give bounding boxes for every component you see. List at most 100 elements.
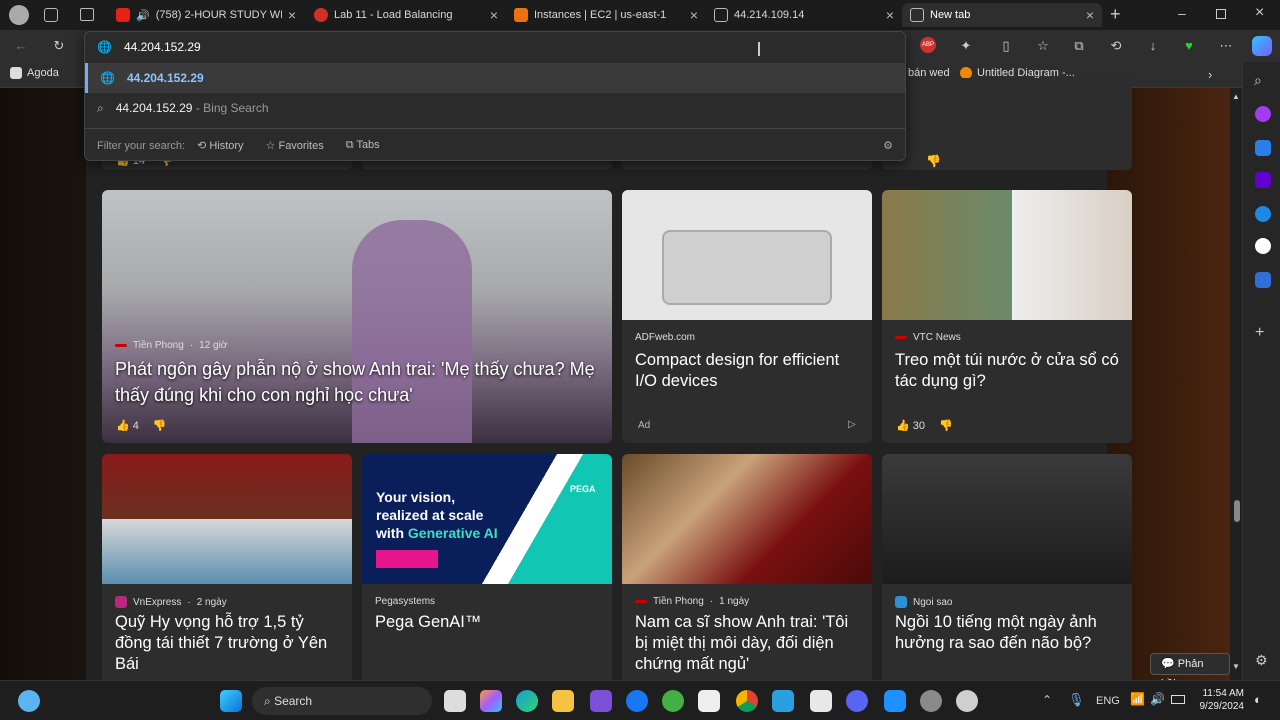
tab-ec2[interactable]: Instances | EC2 | us-east-1 ×	[506, 3, 706, 27]
play-icon[interactable]: ▷	[848, 419, 856, 430]
health-icon[interactable]: ♥	[1180, 37, 1198, 55]
file-explorer-icon[interactable]	[552, 690, 574, 712]
close-window-button[interactable]: ×	[1255, 4, 1264, 22]
add-icon[interactable]: +	[1255, 324, 1264, 342]
tab-ip[interactable]: 44.214.109.14 ×	[706, 3, 902, 27]
workspaces-icon[interactable]	[44, 8, 58, 22]
like-icon[interactable]: 👍 30	[896, 419, 925, 432]
refresh-icon[interactable]: ↻	[50, 37, 68, 55]
ad-card[interactable]: Your vision, realized at scale with Gene…	[362, 454, 612, 684]
page-scrollbar[interactable]: ▲ ▼	[1232, 92, 1242, 672]
close-icon[interactable]: ×	[886, 7, 894, 23]
weather-icon[interactable]	[18, 690, 40, 712]
close-icon[interactable]: ×	[490, 7, 498, 23]
edge-app-icon[interactable]	[1255, 206, 1271, 222]
scroll-thumb[interactable]	[1234, 500, 1240, 522]
discord-icon[interactable]	[846, 690, 868, 712]
task-view-icon[interactable]	[444, 690, 466, 712]
close-icon[interactable]: ×	[690, 7, 698, 23]
wifi-icon[interactable]: 📶	[1130, 692, 1145, 706]
volume-icon[interactable]: 🔊	[1150, 692, 1165, 706]
news-card[interactable]: Tiền Phong · 12 giờ Phát ngôn gây phẫn nộ …	[102, 190, 612, 443]
filter-history[interactable]: ⟲ History	[197, 139, 244, 152]
copilot-icon[interactable]	[480, 690, 502, 712]
close-icon[interactable]: ×	[288, 7, 296, 23]
new-tab-button[interactable]: +	[1110, 4, 1121, 25]
start-icon[interactable]	[220, 690, 242, 712]
settings-icon[interactable]: ⚙	[1255, 652, 1268, 669]
news-card[interactable]: VnExpress · 2 ngày Quỹ Hy vọng hỗ trợ 1,5 …	[102, 454, 352, 684]
filter-favorites[interactable]: ☆ Favorites	[266, 139, 324, 152]
search-box[interactable]: ⌕ Search	[252, 687, 432, 715]
minimize-button[interactable]: –	[1178, 5, 1186, 21]
yahoo-icon[interactable]	[1255, 172, 1271, 188]
news-card[interactable]: VTC News Treo một túi nước ở cửa sổ có t…	[882, 190, 1132, 443]
more-icon[interactable]: ⋯	[1217, 37, 1235, 55]
snipping-icon[interactable]	[956, 690, 978, 712]
scroll-down-icon[interactable]: ▼	[1232, 662, 1240, 671]
ad-card[interactable]: ADFweb.com Compact design for efficient …	[622, 190, 872, 443]
search-icon[interactable]: ⌕	[1254, 72, 1262, 89]
extensions-icon[interactable]: ✦	[957, 37, 975, 55]
close-icon[interactable]: ×	[1086, 7, 1094, 23]
ad-title[interactable]: Pega GenAI™	[375, 612, 602, 633]
copilot-icon[interactable]	[1252, 36, 1272, 56]
gear-icon[interactable]: ⚙	[883, 139, 893, 152]
clock[interactable]: 11:54 AM 9/29/2024	[1194, 687, 1245, 713]
address-input[interactable]: 44.204.152.29	[124, 40, 201, 54]
dislike-icon[interactable]: 👎	[153, 419, 167, 432]
news-card[interactable]: Tiền Phong · 1 ngày Nam ca sĩ show Anh tra…	[622, 454, 872, 684]
openai-icon[interactable]	[1255, 238, 1271, 254]
greenshot-icon[interactable]	[662, 690, 684, 712]
news-title[interactable]: Ngồi 10 tiếng một ngày ảnh hưởng ra sao …	[895, 612, 1122, 654]
capcut-icon[interactable]	[698, 690, 720, 712]
dislike-icon[interactable]: 👎	[939, 419, 953, 432]
language-indicator[interactable]: ENG	[1096, 695, 1120, 707]
bookmark-agoda[interactable]: Agoda	[10, 67, 59, 79]
apps-grid-icon[interactable]	[810, 690, 832, 712]
tab-actions-icon[interactable]	[80, 8, 94, 21]
tab-new-tab[interactable]: New tab ×	[902, 3, 1102, 27]
news-title[interactable]: Nam ca sĩ show Anh trai: 'Tôi bị miệt th…	[635, 612, 862, 675]
app-icon[interactable]	[772, 690, 794, 712]
translate-icon[interactable]	[1255, 140, 1271, 156]
messenger-icon[interactable]	[1255, 106, 1271, 122]
scroll-up-icon[interactable]: ▲	[1232, 92, 1240, 101]
suggestion-item[interactable]: 🌐 44.204.152.29	[85, 63, 905, 93]
address-input-row[interactable]: 🌐 44.204.152.29	[85, 32, 905, 62]
notification-icon[interactable]: ◐	[1254, 692, 1262, 707]
card-partial[interactable]	[882, 78, 1132, 170]
suggestion-item[interactable]: ⌕ 44.204.152.29 - Bing Search	[85, 93, 905, 123]
dislike-icon[interactable]: 👎	[926, 154, 941, 168]
ad-title[interactable]: Compact design for efficient I/O devices	[635, 350, 862, 392]
chevron-right-icon[interactable]: ›	[1208, 67, 1212, 82]
news-title[interactable]: Treo một túi nước ở cửa sổ có tác dụng g…	[895, 350, 1122, 392]
filter-tabs[interactable]: ⧉ Tabs	[346, 139, 380, 152]
facebook-icon[interactable]	[626, 690, 648, 712]
audio-icon[interactable]: 🔊	[136, 9, 150, 22]
settings-app-icon[interactable]	[920, 690, 942, 712]
news-title[interactable]: Phát ngôn gây phẫn nộ ở show Anh trai: '…	[115, 356, 602, 408]
favorites-icon[interactable]: ☆	[1034, 37, 1052, 55]
downloads-icon[interactable]: ↓	[1144, 37, 1162, 55]
split-screen-icon[interactable]: ▯	[997, 37, 1015, 55]
battery-icon[interactable]	[1171, 695, 1185, 704]
edge-icon[interactable]	[516, 690, 538, 712]
collections-icon[interactable]: ⧉	[1070, 37, 1088, 55]
tab-youtube[interactable]: 🔊 (758) 2-HOUR STUDY WITH ×	[108, 3, 304, 27]
news-title[interactable]: Quỹ Hy vọng hỗ trợ 1,5 tỷ đồng tái thiết…	[115, 612, 342, 675]
tab-lab11[interactable]: Lab 11 - Load Balancing ×	[306, 3, 506, 27]
news-card[interactable]: Ngoi sao Ngồi 10 tiếng một ngày ảnh hưởn…	[882, 454, 1132, 684]
chrome-icon[interactable]	[736, 690, 758, 712]
visual-studio-icon[interactable]	[590, 690, 612, 712]
adblock-icon[interactable]: ABP	[920, 37, 936, 53]
history-icon[interactable]: ⟲	[1107, 37, 1125, 55]
maximize-button[interactable]	[1216, 9, 1226, 19]
feedback-button[interactable]: 💬 Phản hồi	[1150, 653, 1230, 690]
tray-chevron-icon[interactable]: ⌃	[1042, 693, 1052, 707]
microphone-icon[interactable]: 🎙	[1068, 692, 1085, 708]
profile-avatar[interactable]	[9, 5, 29, 25]
messenger-app-icon[interactable]	[884, 690, 906, 712]
back-icon[interactable]: ←	[12, 37, 30, 55]
like-icon[interactable]: 👍 4	[116, 419, 139, 432]
